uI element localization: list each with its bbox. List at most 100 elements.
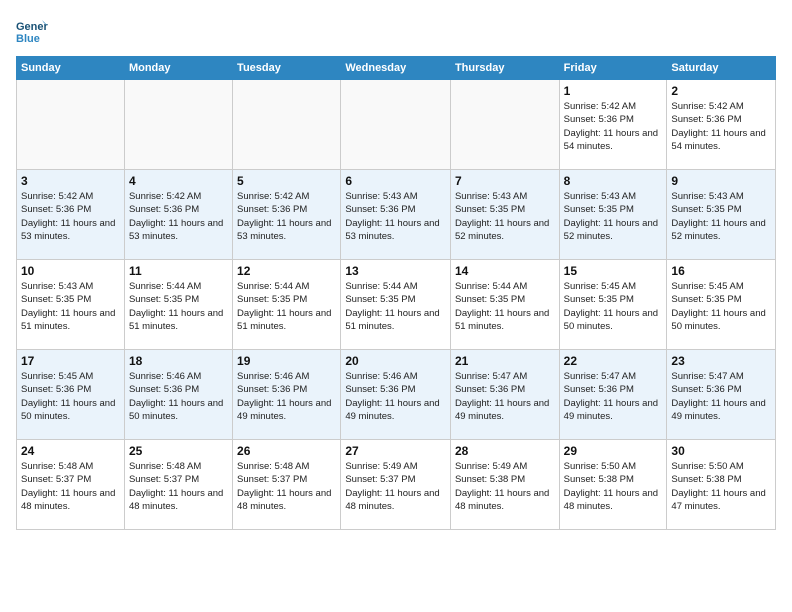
- day-number: 23: [671, 354, 771, 368]
- day-number: 12: [237, 264, 336, 278]
- calendar-cell: 29 Sunrise: 5:50 AMSunset: 5:38 PMDayligh…: [559, 440, 667, 530]
- day-info: Sunrise: 5:43 AMSunset: 5:35 PMDaylight:…: [564, 190, 663, 243]
- day-info: Sunrise: 5:42 AMSunset: 5:36 PMDaylight:…: [21, 190, 120, 243]
- calendar-cell: 14Sunrise: 5:44 AMSunset: 5:35 PMDayligh…: [450, 260, 559, 350]
- day-info: Sunrise: 5:42 AMSunset: 5:36 PMDaylight:…: [564, 100, 663, 153]
- calendar-table: SundayMondayTuesdayWednesdayThursdayFrid…: [16, 56, 776, 530]
- calendar-cell: 20Sunrise: 5:46 AMSunset: 5:36 PMDayligh…: [341, 350, 451, 440]
- calendar-header-row: SundayMondayTuesdayWednesdayThursdayFrid…: [17, 57, 776, 80]
- calendar-cell: 23 Sunrise: 5:47 AMSunset: 5:36 PMDayligh…: [667, 350, 776, 440]
- calendar-cell: 8 Sunrise: 5:43 AMSunset: 5:35 PMDaylight…: [559, 170, 667, 260]
- day-number: 16: [671, 264, 771, 278]
- day-info: Sunrise: 5:42 AMSunset: 5:36 PMDaylight:…: [237, 190, 336, 243]
- day-info: Sunrise: 5:44 AMSunset: 5:35 PMDaylight:…: [237, 280, 336, 333]
- day-info: Sunrise: 5:45 AMSunset: 5:36 PMDaylight:…: [21, 370, 120, 423]
- day-info: Sunrise: 5:43 AMSunset: 5:36 PMDaylight:…: [345, 190, 446, 243]
- day-of-week-header: Monday: [124, 57, 232, 80]
- calendar-body: 1 Sunrise: 5:42 AMSunset: 5:36 PMDaylight…: [17, 80, 776, 530]
- day-info: Sunrise: 5:42 AMSunset: 5:36 PMDaylight:…: [129, 190, 228, 243]
- day-info: Sunrise: 5:47 AMSunset: 5:36 PMDaylight:…: [564, 370, 663, 423]
- calendar-cell: 24Sunrise: 5:48 AMSunset: 5:37 PMDayligh…: [17, 440, 125, 530]
- calendar-cell: 9 Sunrise: 5:43 AMSunset: 5:35 PMDaylight…: [667, 170, 776, 260]
- header: General Blue: [16, 16, 776, 48]
- calendar-cell: 15 Sunrise: 5:45 AMSunset: 5:35 PMDayligh…: [559, 260, 667, 350]
- day-info: Sunrise: 5:48 AMSunset: 5:37 PMDaylight:…: [21, 460, 120, 513]
- day-info: Sunrise: 5:47 AMSunset: 5:36 PMDaylight:…: [671, 370, 771, 423]
- calendar-cell: 28 Sunrise: 5:49 AMSunset: 5:38 PMDayligh…: [450, 440, 559, 530]
- day-info: Sunrise: 5:44 AMSunset: 5:35 PMDaylight:…: [129, 280, 228, 333]
- calendar-cell: [124, 80, 232, 170]
- day-of-week-header: Sunday: [17, 57, 125, 80]
- day-number: 1: [564, 84, 663, 98]
- day-number: 6: [345, 174, 446, 188]
- calendar-week-row: 17 Sunrise: 5:45 AMSunset: 5:36 PMDayligh…: [17, 350, 776, 440]
- calendar-cell: 22 Sunrise: 5:47 AMSunset: 5:36 PMDayligh…: [559, 350, 667, 440]
- day-of-week-header: Tuesday: [233, 57, 341, 80]
- calendar-cell: 18 Sunrise: 5:46 AMSunset: 5:36 PMDayligh…: [124, 350, 232, 440]
- calendar-cell: 1 Sunrise: 5:42 AMSunset: 5:36 PMDaylight…: [559, 80, 667, 170]
- logo: General Blue: [16, 16, 52, 48]
- day-number: 7: [455, 174, 555, 188]
- day-info: Sunrise: 5:43 AMSunset: 5:35 PMDaylight:…: [455, 190, 555, 243]
- calendar-week-row: 3 Sunrise: 5:42 AMSunset: 5:36 PMDaylight…: [17, 170, 776, 260]
- day-number: 28: [455, 444, 555, 458]
- calendar-cell: 3 Sunrise: 5:42 AMSunset: 5:36 PMDaylight…: [17, 170, 125, 260]
- calendar-cell: 27Sunrise: 5:49 AMSunset: 5:37 PMDayligh…: [341, 440, 451, 530]
- day-of-week-header: Thursday: [450, 57, 559, 80]
- day-info: Sunrise: 5:43 AMSunset: 5:35 PMDaylight:…: [671, 190, 771, 243]
- day-number: 18: [129, 354, 228, 368]
- calendar-cell: 11 Sunrise: 5:44 AMSunset: 5:35 PMDayligh…: [124, 260, 232, 350]
- day-info: Sunrise: 5:44 AMSunset: 5:35 PMDaylight:…: [345, 280, 446, 333]
- day-number: 8: [564, 174, 663, 188]
- day-number: 3: [21, 174, 120, 188]
- day-number: 4: [129, 174, 228, 188]
- day-info: Sunrise: 5:50 AMSunset: 5:38 PMDaylight:…: [671, 460, 771, 513]
- svg-text:General: General: [16, 21, 48, 33]
- day-number: 17: [21, 354, 120, 368]
- day-number: 30: [671, 444, 771, 458]
- day-of-week-header: Wednesday: [341, 57, 451, 80]
- calendar-cell: 17 Sunrise: 5:45 AMSunset: 5:36 PMDayligh…: [17, 350, 125, 440]
- day-number: 9: [671, 174, 771, 188]
- svg-text:Blue: Blue: [16, 33, 40, 45]
- day-number: 26: [237, 444, 336, 458]
- day-info: Sunrise: 5:49 AMSunset: 5:38 PMDaylight:…: [455, 460, 555, 513]
- logo-icon: General Blue: [16, 16, 48, 48]
- day-info: Sunrise: 5:45 AMSunset: 5:35 PMDaylight:…: [671, 280, 771, 333]
- day-info: Sunrise: 5:43 AMSunset: 5:35 PMDaylight:…: [21, 280, 120, 333]
- calendar-cell: 10 Sunrise: 5:43 AMSunset: 5:35 PMDayligh…: [17, 260, 125, 350]
- calendar-cell: 13 Sunrise: 5:44 AMSunset: 5:35 PMDayligh…: [341, 260, 451, 350]
- day-info: Sunrise: 5:46 AMSunset: 5:36 PMDaylight:…: [129, 370, 228, 423]
- day-info: Sunrise: 5:49 AMSunset: 5:37 PMDaylight:…: [345, 460, 446, 513]
- day-number: 15: [564, 264, 663, 278]
- day-of-week-header: Saturday: [667, 57, 776, 80]
- calendar-week-row: 10 Sunrise: 5:43 AMSunset: 5:35 PMDayligh…: [17, 260, 776, 350]
- calendar-cell: [233, 80, 341, 170]
- day-of-week-header: Friday: [559, 57, 667, 80]
- day-number: 22: [564, 354, 663, 368]
- day-number: 10: [21, 264, 120, 278]
- day-number: 11: [129, 264, 228, 278]
- day-info: Sunrise: 5:45 AMSunset: 5:35 PMDaylight:…: [564, 280, 663, 333]
- calendar-cell: [450, 80, 559, 170]
- calendar-cell: 16 Sunrise: 5:45 AMSunset: 5:35 PMDayligh…: [667, 260, 776, 350]
- day-number: 19: [237, 354, 336, 368]
- day-number: 25: [129, 444, 228, 458]
- calendar-cell: 2Sunrise: 5:42 AMSunset: 5:36 PMDaylight…: [667, 80, 776, 170]
- day-info: Sunrise: 5:50 AMSunset: 5:38 PMDaylight:…: [564, 460, 663, 513]
- calendar-cell: 12 Sunrise: 5:44 AMSunset: 5:35 PMDayligh…: [233, 260, 341, 350]
- day-number: 29: [564, 444, 663, 458]
- day-number: 2: [671, 84, 771, 98]
- day-number: 20: [345, 354, 446, 368]
- calendar-cell: 7 Sunrise: 5:43 AMSunset: 5:35 PMDaylight…: [450, 170, 559, 260]
- calendar-cell: 26Sunrise: 5:48 AMSunset: 5:37 PMDayligh…: [233, 440, 341, 530]
- calendar-cell: 25Sunrise: 5:48 AMSunset: 5:37 PMDayligh…: [124, 440, 232, 530]
- calendar-week-row: 24Sunrise: 5:48 AMSunset: 5:37 PMDayligh…: [17, 440, 776, 530]
- calendar-week-row: 1 Sunrise: 5:42 AMSunset: 5:36 PMDaylight…: [17, 80, 776, 170]
- day-number: 21: [455, 354, 555, 368]
- calendar-cell: 21Sunrise: 5:47 AMSunset: 5:36 PMDayligh…: [450, 350, 559, 440]
- day-number: 13: [345, 264, 446, 278]
- calendar-cell: 30 Sunrise: 5:50 AMSunset: 5:38 PMDayligh…: [667, 440, 776, 530]
- day-number: 5: [237, 174, 336, 188]
- calendar-cell: 6 Sunrise: 5:43 AMSunset: 5:36 PMDaylight…: [341, 170, 451, 260]
